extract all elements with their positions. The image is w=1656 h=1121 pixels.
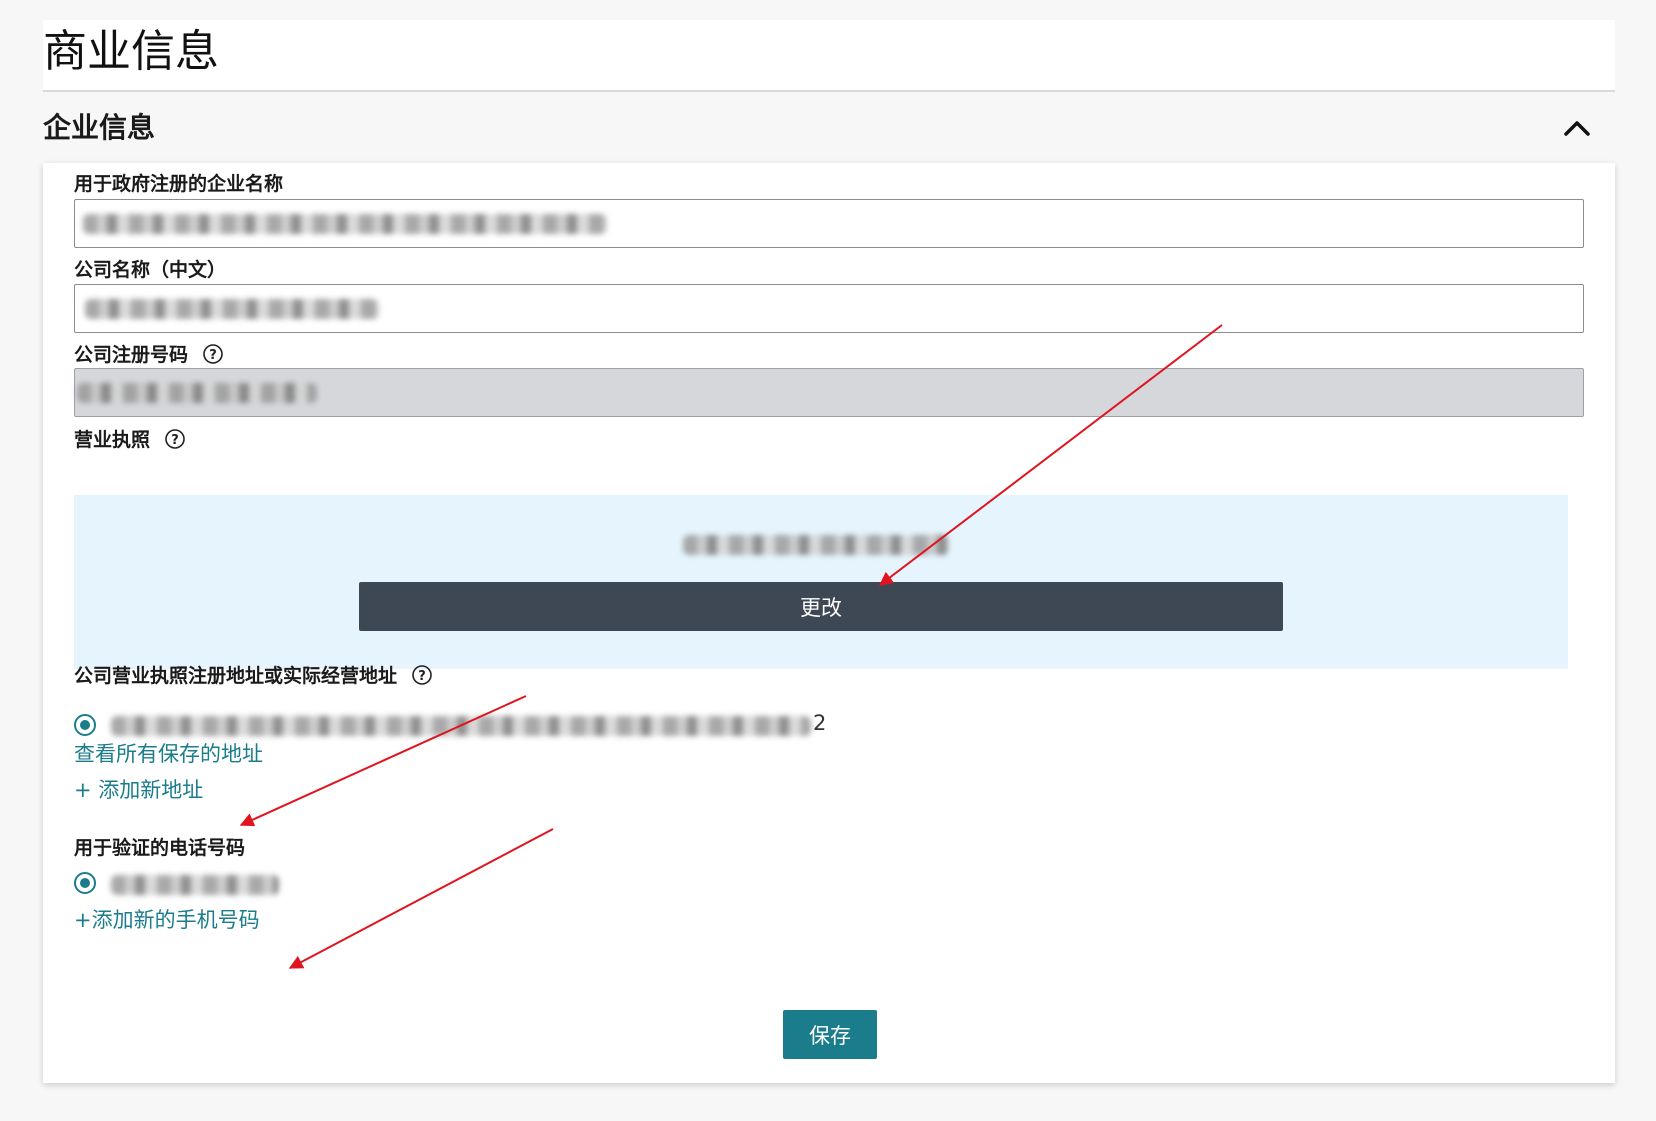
redacted-value — [85, 299, 379, 319]
cn-name-label: 公司名称（中文） — [74, 259, 227, 281]
add-new-phone-link[interactable]: +添加新的手机号码 — [74, 906, 260, 934]
license-upload-area: 更改 — [74, 495, 1568, 669]
license-label: 营业执照? — [74, 427, 186, 453]
cn-name-field[interactable] — [74, 284, 1584, 333]
view-saved-addresses-link[interactable]: 查看所有保存的地址 — [74, 740, 263, 768]
redacted-phone — [111, 875, 279, 895]
gov-name-label: 用于政府注册的企业名称 — [74, 173, 284, 195]
address-label: 公司营业执照注册地址或实际经营地址? — [74, 663, 433, 689]
business-info-card: 用于政府注册的企业名称 公司名称（中文） 公司注册号码? 营业执照? 更改 公司… — [43, 163, 1615, 1083]
redacted-filename — [683, 535, 949, 555]
redacted-address — [111, 716, 811, 736]
chevron-up-icon[interactable] — [1559, 112, 1595, 144]
svg-text:?: ? — [209, 348, 217, 363]
change-license-button[interactable]: 更改 — [359, 582, 1283, 631]
add-new-address-link[interactable]: + 添加新地址 — [74, 776, 203, 804]
reg-number-field — [74, 368, 1584, 417]
svg-text:?: ? — [171, 433, 179, 448]
page-title: 商业信息 — [43, 26, 219, 77]
phone-label: 用于验证的电话号码 — [74, 837, 246, 859]
help-circle-icon[interactable]: ? — [411, 664, 433, 686]
section-title: 企业信息 — [43, 111, 156, 144]
phone-radio[interactable] — [74, 872, 96, 894]
license-label-text: 营业执照 — [74, 429, 151, 451]
reg-number-label-text: 公司注册号码 — [74, 344, 189, 366]
page-header: 商业信息 — [43, 20, 1615, 92]
address-visible-suffix: 2 — [813, 711, 827, 735]
gov-name-field[interactable] — [74, 199, 1584, 248]
save-button[interactable]: 保存 — [783, 1010, 877, 1059]
section-header[interactable]: 企业信息 — [43, 92, 1615, 162]
svg-text:?: ? — [418, 669, 426, 684]
address-label-text: 公司营业执照注册地址或实际经营地址 — [74, 665, 398, 687]
reg-number-label: 公司注册号码? — [74, 342, 224, 368]
redacted-value — [83, 214, 607, 234]
redacted-value — [77, 383, 317, 403]
address-radio[interactable] — [74, 714, 96, 736]
help-circle-icon[interactable]: ? — [164, 428, 186, 450]
help-circle-icon[interactable]: ? — [202, 343, 224, 365]
